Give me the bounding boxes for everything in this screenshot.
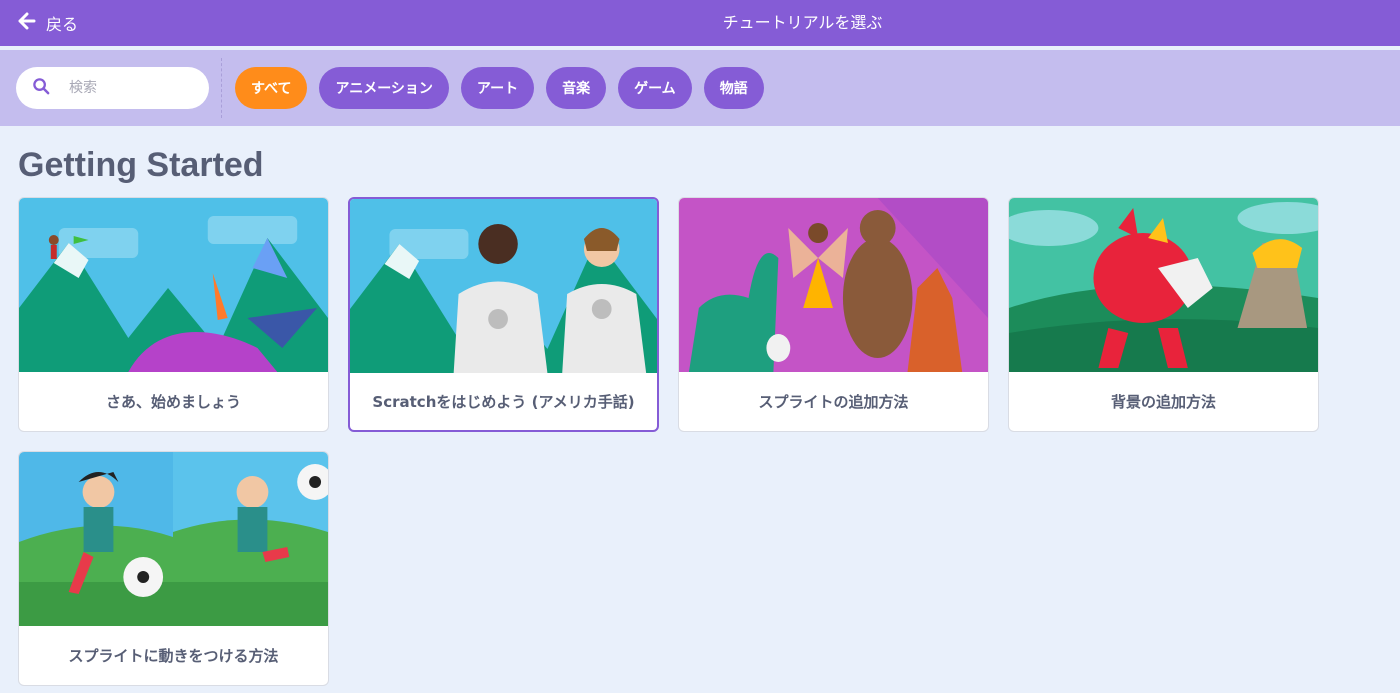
filter-chip-all[interactable]: すべて xyxy=(235,67,308,109)
tutorial-thumbnail xyxy=(679,198,988,372)
search-input[interactable] xyxy=(67,79,191,97)
tutorial-card-getting-started[interactable]: さあ、始めましょう xyxy=(18,197,329,432)
tutorial-title: 背景の追加方法 xyxy=(1110,393,1216,411)
header-bar: 戻る チュートリアルを選ぶ xyxy=(0,0,1400,46)
tutorial-thumbnail xyxy=(19,452,328,626)
tutorial-thumbnail xyxy=(19,198,328,372)
tutorial-card-add-backdrop[interactable]: 背景の追加方法 xyxy=(1008,197,1319,432)
filter-divider xyxy=(221,58,222,118)
tutorial-title: Scratchをはじめよう (アメリカ手話) xyxy=(372,393,635,411)
search-box[interactable] xyxy=(16,67,209,109)
tutorial-thumbnail xyxy=(1009,198,1318,372)
filter-chip-stories[interactable]: 物語 xyxy=(703,67,764,109)
filter-chip-music[interactable]: 音楽 xyxy=(546,67,607,109)
filter-bar: すべて アニメーション アート 音楽 ゲーム 物語 xyxy=(0,50,1400,126)
filter-chip-games[interactable]: ゲーム xyxy=(618,67,692,109)
tutorial-card-asl[interactable]: Scratchをはじめよう (アメリカ手話) xyxy=(348,197,659,432)
search-icon xyxy=(32,77,51,100)
tutorial-title: スプライトの追加方法 xyxy=(758,393,909,411)
section-title: Getting Started xyxy=(18,146,264,184)
tutorial-card-animate-sprite[interactable]: スプライトに動きをつける方法 xyxy=(18,451,329,686)
page-title: チュートリアルを選ぶ xyxy=(722,13,883,32)
filter-chip-animation[interactable]: アニメーション xyxy=(319,67,449,109)
tutorial-thumbnail xyxy=(350,199,657,373)
filter-chip-art[interactable]: アート xyxy=(460,67,535,109)
tutorial-card-add-sprite[interactable]: スプライトの追加方法 xyxy=(678,197,989,432)
tutorial-title: さあ、始めましょう xyxy=(105,393,241,411)
tutorial-title: スプライトに動きをつける方法 xyxy=(68,647,279,665)
category-filters: すべて アニメーション アート 音楽 ゲーム 物語 xyxy=(235,67,764,109)
